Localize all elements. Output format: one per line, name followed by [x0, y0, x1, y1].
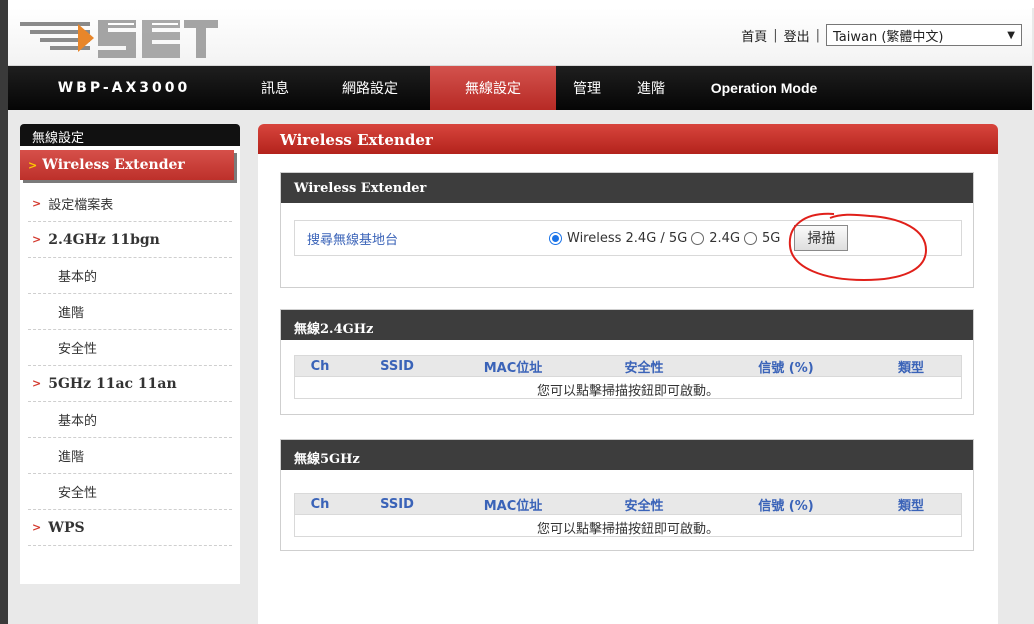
scan-results-table-5: Ch SSID MAC位址 安全性 信號 (%) 類型 您可以點擊掃描按鈕即可啟…	[294, 493, 962, 537]
sidebar-item-5-advanced[interactable]: 進階	[28, 438, 232, 474]
col-type: 類型	[897, 360, 924, 376]
sidebar-item-label: WPS	[48, 519, 85, 536]
sidebar-item-5-security[interactable]: 安全性	[28, 474, 232, 510]
col-type: 類型	[897, 498, 924, 514]
sidebar-item-5ghz[interactable]: > 5GHz 11ac 11an	[28, 366, 232, 402]
home-link[interactable]: 首頁	[741, 26, 767, 45]
nav-info[interactable]: 訊息	[240, 66, 310, 110]
col-ch: Ch	[310, 496, 330, 512]
header: 首頁 | 登出 | Taiwan (繁體中文) ▼	[8, 8, 1032, 66]
col-security: 安全性	[624, 498, 664, 514]
table-header: Ch SSID MAC位址 安全性 信號 (%) 類型	[295, 356, 961, 376]
table-empty-message: 您可以點擊掃描按鈕即可啟動。	[295, 376, 961, 399]
sidebar-item-profile-table[interactable]: > 設定檔案表	[28, 186, 232, 222]
sidebar-title: 無線設定	[20, 124, 240, 146]
col-ch: Ch	[310, 358, 330, 374]
radio-24g-label: 2.4G	[709, 230, 741, 246]
col-security: 安全性	[624, 360, 664, 376]
sidebar-item-label: Wireless Extender	[42, 157, 185, 173]
chevron-down-icon: ▼	[1007, 29, 1015, 41]
sidebar-item-24-basic[interactable]: 基本的	[28, 258, 232, 294]
radio-5g-label: 5G	[762, 230, 781, 246]
separator: |	[773, 27, 778, 43]
chevron-right-icon: >	[32, 521, 42, 534]
main-content: Wireless Extender Wireless Extender 搜尋無線…	[258, 124, 998, 624]
panel-5ghz: 無線5GHz Ch SSID MAC位址 安全性 信號 (%) 類型 您可以點擊…	[280, 439, 974, 551]
language-value: Taiwan (繁體中文)	[833, 29, 944, 45]
sidebar-item-label: 設定檔案表	[48, 198, 114, 213]
col-signal: 信號 (%)	[758, 498, 814, 514]
table-empty-message: 您可以點擊掃描按鈕即可啟動。	[295, 514, 961, 537]
scan-label: 搜尋無線基地台	[307, 232, 399, 248]
panel-title: Wireless Extender	[281, 173, 973, 203]
col-ssid: SSID	[380, 496, 414, 512]
sidebar-item-wps[interactable]: > WPS	[28, 510, 232, 546]
language-select[interactable]: Taiwan (繁體中文) ▼	[826, 24, 1022, 46]
logout-link[interactable]: 登出	[784, 26, 810, 45]
scan-button[interactable]: 掃描	[794, 225, 849, 251]
panel-title: 無線5GHz	[281, 440, 973, 470]
brand-logo	[20, 20, 218, 58]
band-options: Wireless 2.4G / 5G 2.4G 5G 掃描	[545, 225, 849, 251]
chevron-right-icon: >	[32, 197, 42, 210]
nav-wireless-settings[interactable]: 無線設定	[430, 66, 556, 110]
col-mac: MAC位址	[483, 498, 543, 514]
nav-management[interactable]: 管理	[556, 66, 618, 110]
col-signal: 信號 (%)	[758, 360, 814, 376]
col-ssid: SSID	[380, 358, 414, 374]
radio-5g[interactable]	[744, 231, 758, 245]
top-links: 首頁 | 登出 | Taiwan (繁體中文) ▼	[741, 24, 1022, 46]
sidebar-item-24-advanced[interactable]: 進階	[28, 294, 232, 330]
panel-24ghz: 無線2.4GHz Ch SSID MAC位址 安全性 信號 (%) 類型 您可以…	[280, 309, 974, 415]
chevron-right-icon: >	[28, 158, 38, 172]
chevron-right-icon: >	[32, 377, 42, 390]
nav-network-settings[interactable]: 網路設定	[310, 66, 430, 110]
radio-dual-band[interactable]	[549, 231, 562, 245]
sidebar: 無線設定 > Wireless Extender > 設定檔案表 > 2.4GH…	[20, 124, 240, 584]
page-title: Wireless Extender	[258, 124, 998, 154]
sidebar-item-label: 2.4GHz 11bgn	[48, 231, 160, 248]
radio-dual-band-label: Wireless 2.4G / 5G	[567, 230, 688, 246]
scan-results-table-24: Ch SSID MAC位址 安全性 信號 (%) 類型 您可以點擊掃描按鈕即可啟…	[294, 355, 962, 399]
separator: |	[815, 27, 820, 43]
radio-24g[interactable]	[691, 231, 705, 245]
window-left-edge	[0, 0, 8, 624]
main-nav: WBP-AX3000 訊息 網路設定 無線設定 管理 進階 Operation …	[8, 66, 1032, 110]
sidebar-item-wireless-extender[interactable]: > Wireless Extender	[20, 150, 234, 180]
sidebar-item-24ghz[interactable]: > 2.4GHz 11bgn	[28, 222, 232, 258]
scan-row: 搜尋無線基地台 Wireless 2.4G / 5G 2.4G 5G 掃描	[294, 220, 962, 256]
col-mac: MAC位址	[483, 360, 543, 376]
sidebar-item-label: 5GHz 11ac 11an	[48, 375, 177, 392]
model-name: WBP-AX3000	[57, 80, 191, 96]
extender-panel: Wireless Extender 搜尋無線基地台 Wireless 2.4G …	[280, 172, 974, 288]
nav-advanced[interactable]: 進階	[618, 66, 684, 110]
panel-title: 無線2.4GHz	[281, 310, 973, 340]
nav-operation-mode[interactable]: Operation Mode	[684, 66, 844, 110]
chevron-right-icon: >	[32, 233, 42, 246]
window-top-edge	[0, 0, 1034, 8]
sidebar-item-24-security[interactable]: 安全性	[28, 330, 232, 366]
table-header: Ch SSID MAC位址 安全性 信號 (%) 類型	[295, 494, 961, 514]
sidebar-item-5-basic[interactable]: 基本的	[28, 402, 232, 438]
